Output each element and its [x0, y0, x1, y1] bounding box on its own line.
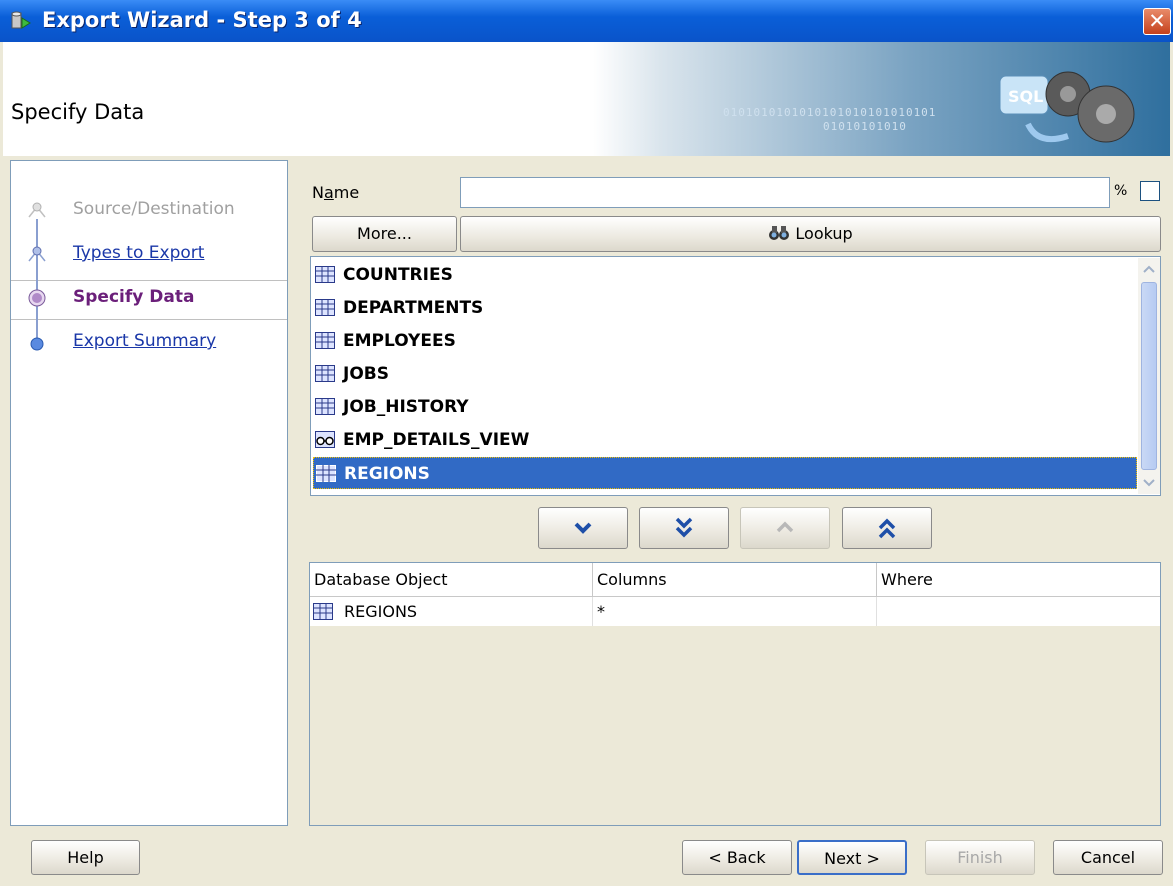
step-node-icon — [28, 246, 46, 262]
close-button[interactable]: ✕ — [1143, 8, 1171, 35]
move-all-up-button[interactable] — [842, 507, 932, 549]
scroll-thumb[interactable] — [1141, 282, 1157, 470]
page-title: Specify Data — [11, 100, 145, 124]
double-chevron-down-icon — [675, 517, 693, 538]
chevron-up-icon — [776, 521, 794, 533]
list-item[interactable]: EMPLOYEES — [313, 325, 1137, 357]
column-header-columns[interactable]: Columns — [593, 563, 877, 596]
help-button[interactable]: Help — [31, 840, 140, 875]
cell-database-object[interactable]: REGIONS — [310, 597, 593, 626]
object-list[interactable]: COUNTRIES DEPARTMENTS EMPLOYEES JOBS JOB… — [310, 256, 1161, 496]
cell-columns[interactable]: * — [593, 597, 877, 626]
binary-decoration: 0101010101010101010101010101 — [723, 106, 937, 119]
sql-reels-icon: SQL — [999, 71, 1135, 143]
move-all-down-button[interactable] — [639, 507, 729, 549]
steps-connector — [36, 219, 38, 339]
move-selected-up-button — [740, 507, 830, 549]
wizard-header: Specify Data 010101010101010101010101010… — [3, 42, 1170, 158]
double-chevron-up-icon — [878, 518, 896, 539]
list-item[interactable]: JOBS — [313, 358, 1137, 390]
table-icon — [315, 398, 335, 415]
step-current-icon — [28, 289, 46, 307]
name-filter-input[interactable] — [460, 177, 1110, 208]
column-header-where[interactable]: Where — [877, 563, 1160, 596]
table-icon — [315, 299, 335, 316]
list-scrollbar[interactable] — [1138, 258, 1160, 494]
move-selected-down-button[interactable] — [538, 507, 628, 549]
list-item[interactable]: JOB_HISTORY — [313, 391, 1137, 423]
table-header: Database Object Columns Where — [310, 563, 1160, 597]
lookup-button[interactable]: Lookup — [460, 216, 1161, 252]
wildcard-checkbox[interactable] — [1140, 181, 1160, 201]
finish-button: Finish — [925, 840, 1035, 875]
steps-panel: Source/Destination Types to Export Speci… — [10, 160, 288, 826]
column-header-database-object[interactable]: Database Object — [310, 563, 593, 596]
more-button[interactable]: More... — [312, 216, 457, 252]
scroll-up-icon[interactable] — [1138, 258, 1160, 280]
title-bar: Export Wizard - Step 3 of 4 ✕ — [0, 0, 1173, 42]
table-icon — [315, 332, 335, 349]
step-source-destination: Source/Destination — [73, 199, 235, 219]
list-item[interactable]: COUNTRIES — [313, 259, 1137, 291]
table-icon — [316, 465, 336, 482]
list-item[interactable]: EMP_DETAILS_VIEW — [313, 424, 1137, 456]
table-icon — [315, 266, 335, 283]
step-export-summary[interactable]: Export Summary — [73, 331, 216, 351]
close-icon: ✕ — [1148, 9, 1166, 33]
step-node-icon — [28, 202, 46, 218]
step-specify-data: Specify Data — [73, 287, 195, 307]
next-button[interactable]: Next > — [797, 840, 907, 875]
header-banner: 0101010101010101010101010101 01010101010… — [593, 42, 1170, 156]
scroll-down-icon[interactable] — [1138, 472, 1160, 494]
binoculars-icon — [769, 226, 790, 240]
percent-label: % — [1114, 183, 1128, 199]
name-label: Name — [312, 183, 360, 202]
list-item[interactable]: DEPARTMENTS — [313, 292, 1137, 324]
cancel-button[interactable]: Cancel — [1053, 840, 1163, 875]
export-wizard-icon — [11, 11, 31, 29]
step-types-to-export[interactable]: Types to Export — [73, 243, 204, 263]
cell-where[interactable] — [877, 597, 1160, 626]
selected-objects-table: Database Object Columns Where REGIONS * — [309, 562, 1161, 826]
table-icon — [313, 603, 333, 620]
window-title: Export Wizard - Step 3 of 4 — [42, 8, 362, 32]
chevron-down-icon — [574, 522, 592, 534]
list-item-selected[interactable]: REGIONS — [313, 457, 1137, 489]
view-glasses-icon — [315, 431, 335, 448]
svg-text:SQL: SQL — [1008, 87, 1043, 106]
back-button[interactable]: < Back — [682, 840, 792, 875]
table-icon — [315, 365, 335, 382]
step-node-icon — [30, 337, 44, 351]
table-row[interactable]: REGIONS * — [310, 597, 1160, 626]
